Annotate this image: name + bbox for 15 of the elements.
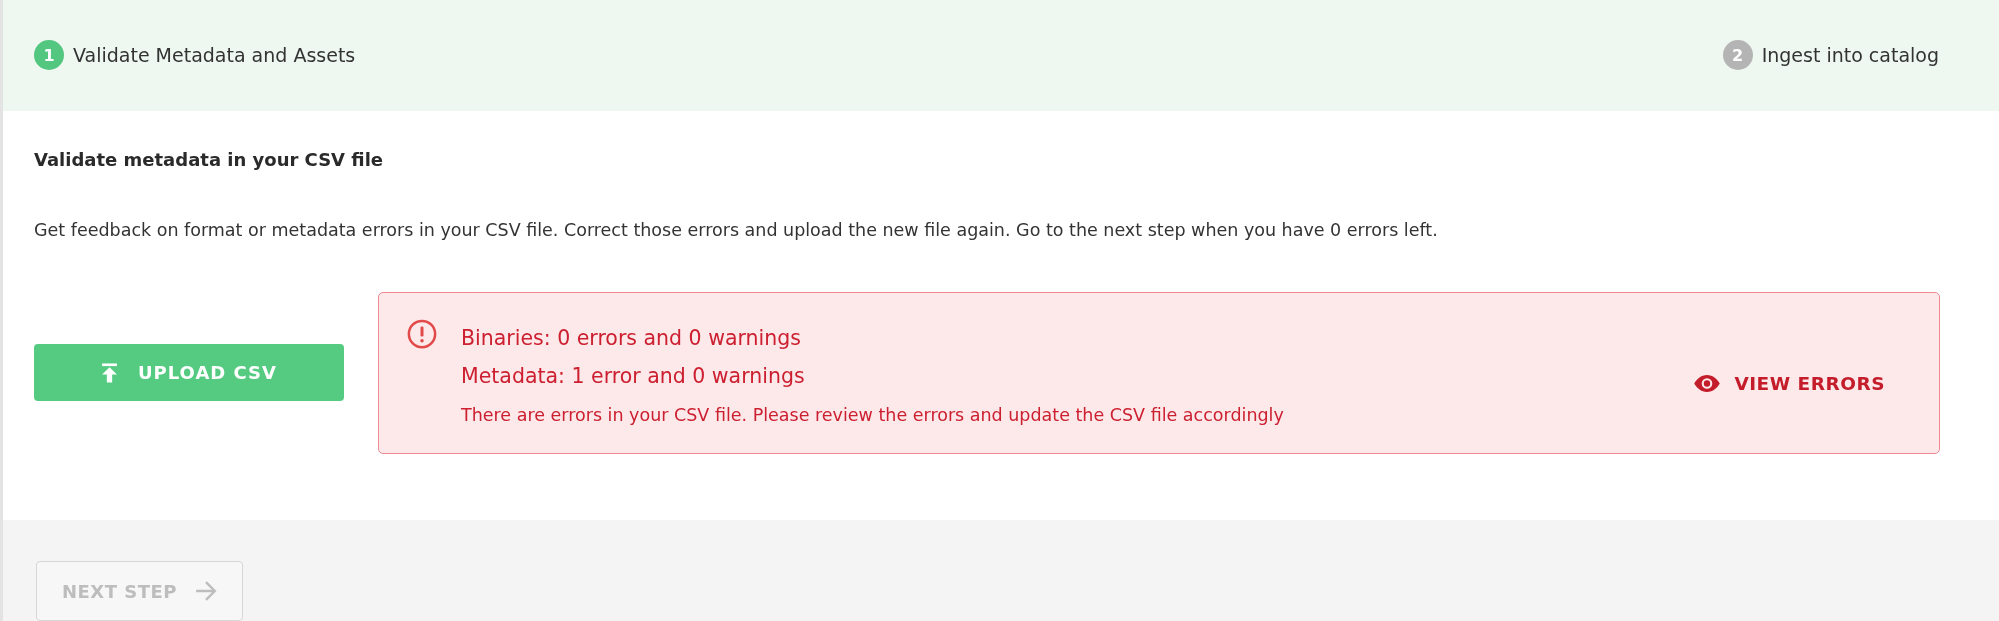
view-errors-button[interactable]: VIEW ERRORS xyxy=(1694,373,1885,395)
arrow-right-icon xyxy=(195,581,217,601)
step-label: Ingest into catalog xyxy=(1761,44,1939,67)
step-number: 1 xyxy=(34,40,64,71)
alert-summary: Metadata: 1 error and 0 warnings xyxy=(461,362,806,390)
upload-icon xyxy=(100,362,118,383)
section-description: Get feedback on format or metadata errors in your CSV file. Correct those errors and upload the new file again. Go to the next step when you have 0 errors left. xyxy=(34,219,1439,240)
alert-icon xyxy=(407,318,437,349)
alert-message: There are errors in your CSV file. Please review the errors and update the CSV file accordingly xyxy=(461,404,1285,425)
upload-button[interactable]: UPLOAD CSV xyxy=(34,344,344,402)
alert-summary: Binaries: 0 errors and 0 warnings xyxy=(461,324,802,352)
eye-icon xyxy=(1694,375,1721,393)
step-number: 2 xyxy=(1722,40,1753,71)
section-title: Validate metadata in your CSV file xyxy=(34,148,385,170)
step-label: Validate Metadata and Assets xyxy=(73,44,356,67)
